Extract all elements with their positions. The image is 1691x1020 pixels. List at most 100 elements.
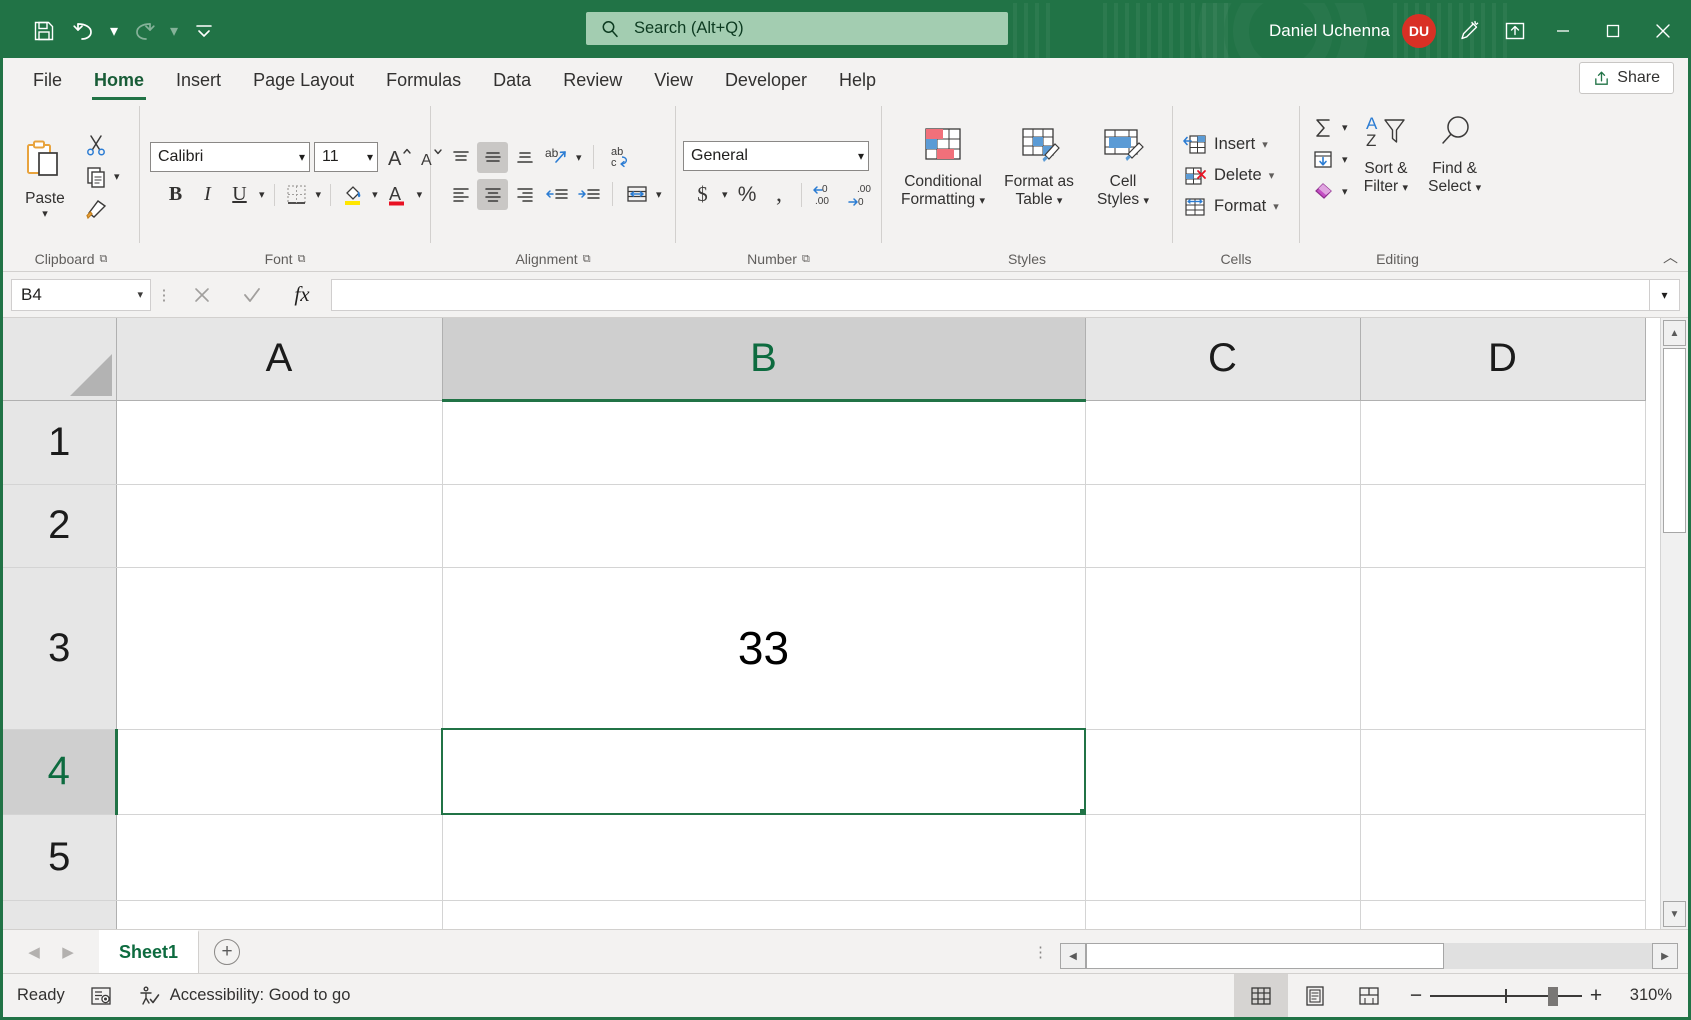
font-size-combobox[interactable]: 11 ▾: [314, 142, 378, 172]
font-name-chevron-down-icon[interactable]: ▾: [299, 150, 305, 164]
format-painter-button[interactable]: [80, 193, 111, 224]
account-button[interactable]: Daniel Uchenna DU: [1253, 14, 1446, 48]
row-header-3[interactable]: 3: [3, 567, 116, 729]
center-button[interactable]: [477, 179, 508, 210]
copy-button[interactable]: [80, 161, 111, 192]
cell-a2[interactable]: [116, 484, 442, 567]
row-header-1[interactable]: 1: [3, 400, 116, 484]
autosum-button[interactable]: [1307, 112, 1338, 143]
bold-button[interactable]: B: [160, 179, 191, 210]
tab-view[interactable]: View: [638, 60, 709, 100]
cell-c1[interactable]: [1085, 400, 1360, 484]
clipboard-dialog-launcher[interactable]: ⧉: [100, 254, 108, 265]
insert-function-icon[interactable]: fx: [277, 279, 327, 311]
cell-d6[interactable]: [1360, 900, 1645, 929]
row-header-2[interactable]: 2: [3, 484, 116, 567]
cell-d5[interactable]: [1360, 814, 1645, 900]
font-size-chevron-down-icon[interactable]: ▾: [367, 150, 373, 164]
search-box[interactable]: Search (Alt+Q): [586, 12, 1008, 45]
zoom-level[interactable]: 310%: [1616, 986, 1688, 1005]
expand-formula-bar-chevron-down-icon[interactable]: ▾: [1650, 279, 1680, 311]
font-color-button[interactable]: A: [382, 179, 413, 210]
tab-help[interactable]: Help: [823, 60, 892, 100]
underline-chevron-down-icon[interactable]: ▾: [256, 188, 268, 201]
formula-input[interactable]: [331, 279, 1650, 311]
customize-qat-button[interactable]: [185, 12, 223, 50]
clear-button[interactable]: [1307, 176, 1338, 207]
accessibility-button[interactable]: Accessibility: Good to go: [125, 974, 363, 1017]
macro-recording-button[interactable]: [77, 974, 125, 1017]
scroll-right-button[interactable]: ▶: [1652, 943, 1678, 969]
tab-split-grip[interactable]: ⋮: [1021, 943, 1060, 961]
increase-decimal-button[interactable]: .00 0: [843, 179, 877, 210]
tab-home[interactable]: Home: [78, 60, 160, 100]
undo-dropdown-chevron-down-icon[interactable]: ▾: [105, 12, 123, 50]
vertical-scroll-thumb[interactable]: [1663, 348, 1686, 533]
conditional-formatting-chevron-down-icon[interactable]: ▾: [979, 195, 985, 207]
previous-sheet-arrow-icon[interactable]: ◀: [28, 943, 40, 961]
cell-c2[interactable]: [1085, 484, 1360, 567]
name-box[interactable]: B4 ▾: [11, 279, 151, 311]
copy-chevron-down-icon[interactable]: ▾: [111, 170, 123, 183]
cell-a3[interactable]: [116, 567, 442, 729]
page-layout-view-button[interactable]: [1288, 974, 1342, 1017]
cell-b1[interactable]: [442, 400, 1085, 484]
font-name-combobox[interactable]: Calibri ▾: [150, 142, 310, 172]
decrease-indent-button[interactable]: [541, 179, 572, 210]
vertical-scroll-track[interactable]: [1663, 348, 1686, 899]
save-button[interactable]: [25, 12, 63, 50]
increase-indent-button[interactable]: [573, 179, 604, 210]
increase-font-size-button[interactable]: A: [383, 141, 414, 172]
cell-a5[interactable]: [116, 814, 442, 900]
normal-view-button[interactable]: [1234, 974, 1288, 1017]
close-button[interactable]: [1638, 3, 1688, 58]
cell-d2[interactable]: [1360, 484, 1645, 567]
delete-chevron-down-icon[interactable]: ▾: [1269, 169, 1275, 182]
cell-c3[interactable]: [1085, 567, 1360, 729]
column-header-d[interactable]: D: [1360, 318, 1645, 400]
column-header-b[interactable]: B: [442, 318, 1085, 400]
underline-button[interactable]: U: [224, 179, 255, 210]
bottom-align-button[interactable]: [509, 142, 540, 173]
cell-b4[interactable]: [442, 729, 1085, 814]
fill-button[interactable]: [1307, 144, 1338, 175]
horizontal-scroll-track[interactable]: [1086, 943, 1652, 969]
sheet-tab-sheet1[interactable]: Sheet1: [99, 930, 199, 973]
tab-insert[interactable]: Insert: [160, 60, 237, 100]
cell-c5[interactable]: [1085, 814, 1360, 900]
merge-chevron-down-icon[interactable]: ▾: [653, 188, 665, 201]
column-header-a[interactable]: A: [116, 318, 442, 400]
select-all-corner[interactable]: [3, 318, 116, 400]
find-select-chevron-down-icon[interactable]: ▾: [1476, 182, 1482, 194]
top-align-button[interactable]: [445, 142, 476, 173]
conditional-formatting-button[interactable]: ConditionalFormatting ▾: [891, 118, 995, 209]
sort-and-filter-button[interactable]: A Z Sort &Filter ▾: [1353, 112, 1420, 196]
borders-button[interactable]: [281, 179, 312, 210]
tab-review[interactable]: Review: [547, 60, 638, 100]
comma-style-button[interactable]: ,: [764, 179, 795, 210]
cell-a4[interactable]: [116, 729, 442, 814]
cell-d3[interactable]: [1360, 567, 1645, 729]
cell-a6[interactable]: [116, 900, 442, 929]
tab-page-layout[interactable]: Page Layout: [237, 60, 370, 100]
pen-icon[interactable]: [1446, 8, 1492, 54]
minimize-button[interactable]: [1538, 3, 1588, 58]
accounting-chevron-down-icon[interactable]: ▾: [719, 188, 731, 201]
middle-align-button[interactable]: [477, 142, 508, 173]
align-left-button[interactable]: [445, 179, 476, 210]
cell-c6[interactable]: [1085, 900, 1360, 929]
row-header-5[interactable]: 5: [3, 814, 116, 900]
row-header-4[interactable]: 4: [3, 729, 116, 814]
alignment-dialog-launcher[interactable]: ⧉: [583, 254, 591, 265]
tab-file[interactable]: File: [17, 60, 78, 100]
cell-b5[interactable]: [442, 814, 1085, 900]
column-header-c[interactable]: C: [1085, 318, 1360, 400]
cell-d4[interactable]: [1360, 729, 1645, 814]
number-format-chevron-down-icon[interactable]: ▾: [858, 149, 864, 163]
zoom-out-button[interactable]: −: [1402, 984, 1430, 1008]
percent-style-button[interactable]: %: [732, 179, 763, 210]
sort-filter-chevron-down-icon[interactable]: ▾: [1403, 182, 1409, 194]
autosum-chevron-down-icon[interactable]: ▾: [1339, 121, 1351, 134]
zoom-slider-thumb[interactable]: [1548, 987, 1558, 1006]
row-header-6[interactable]: [3, 900, 116, 929]
